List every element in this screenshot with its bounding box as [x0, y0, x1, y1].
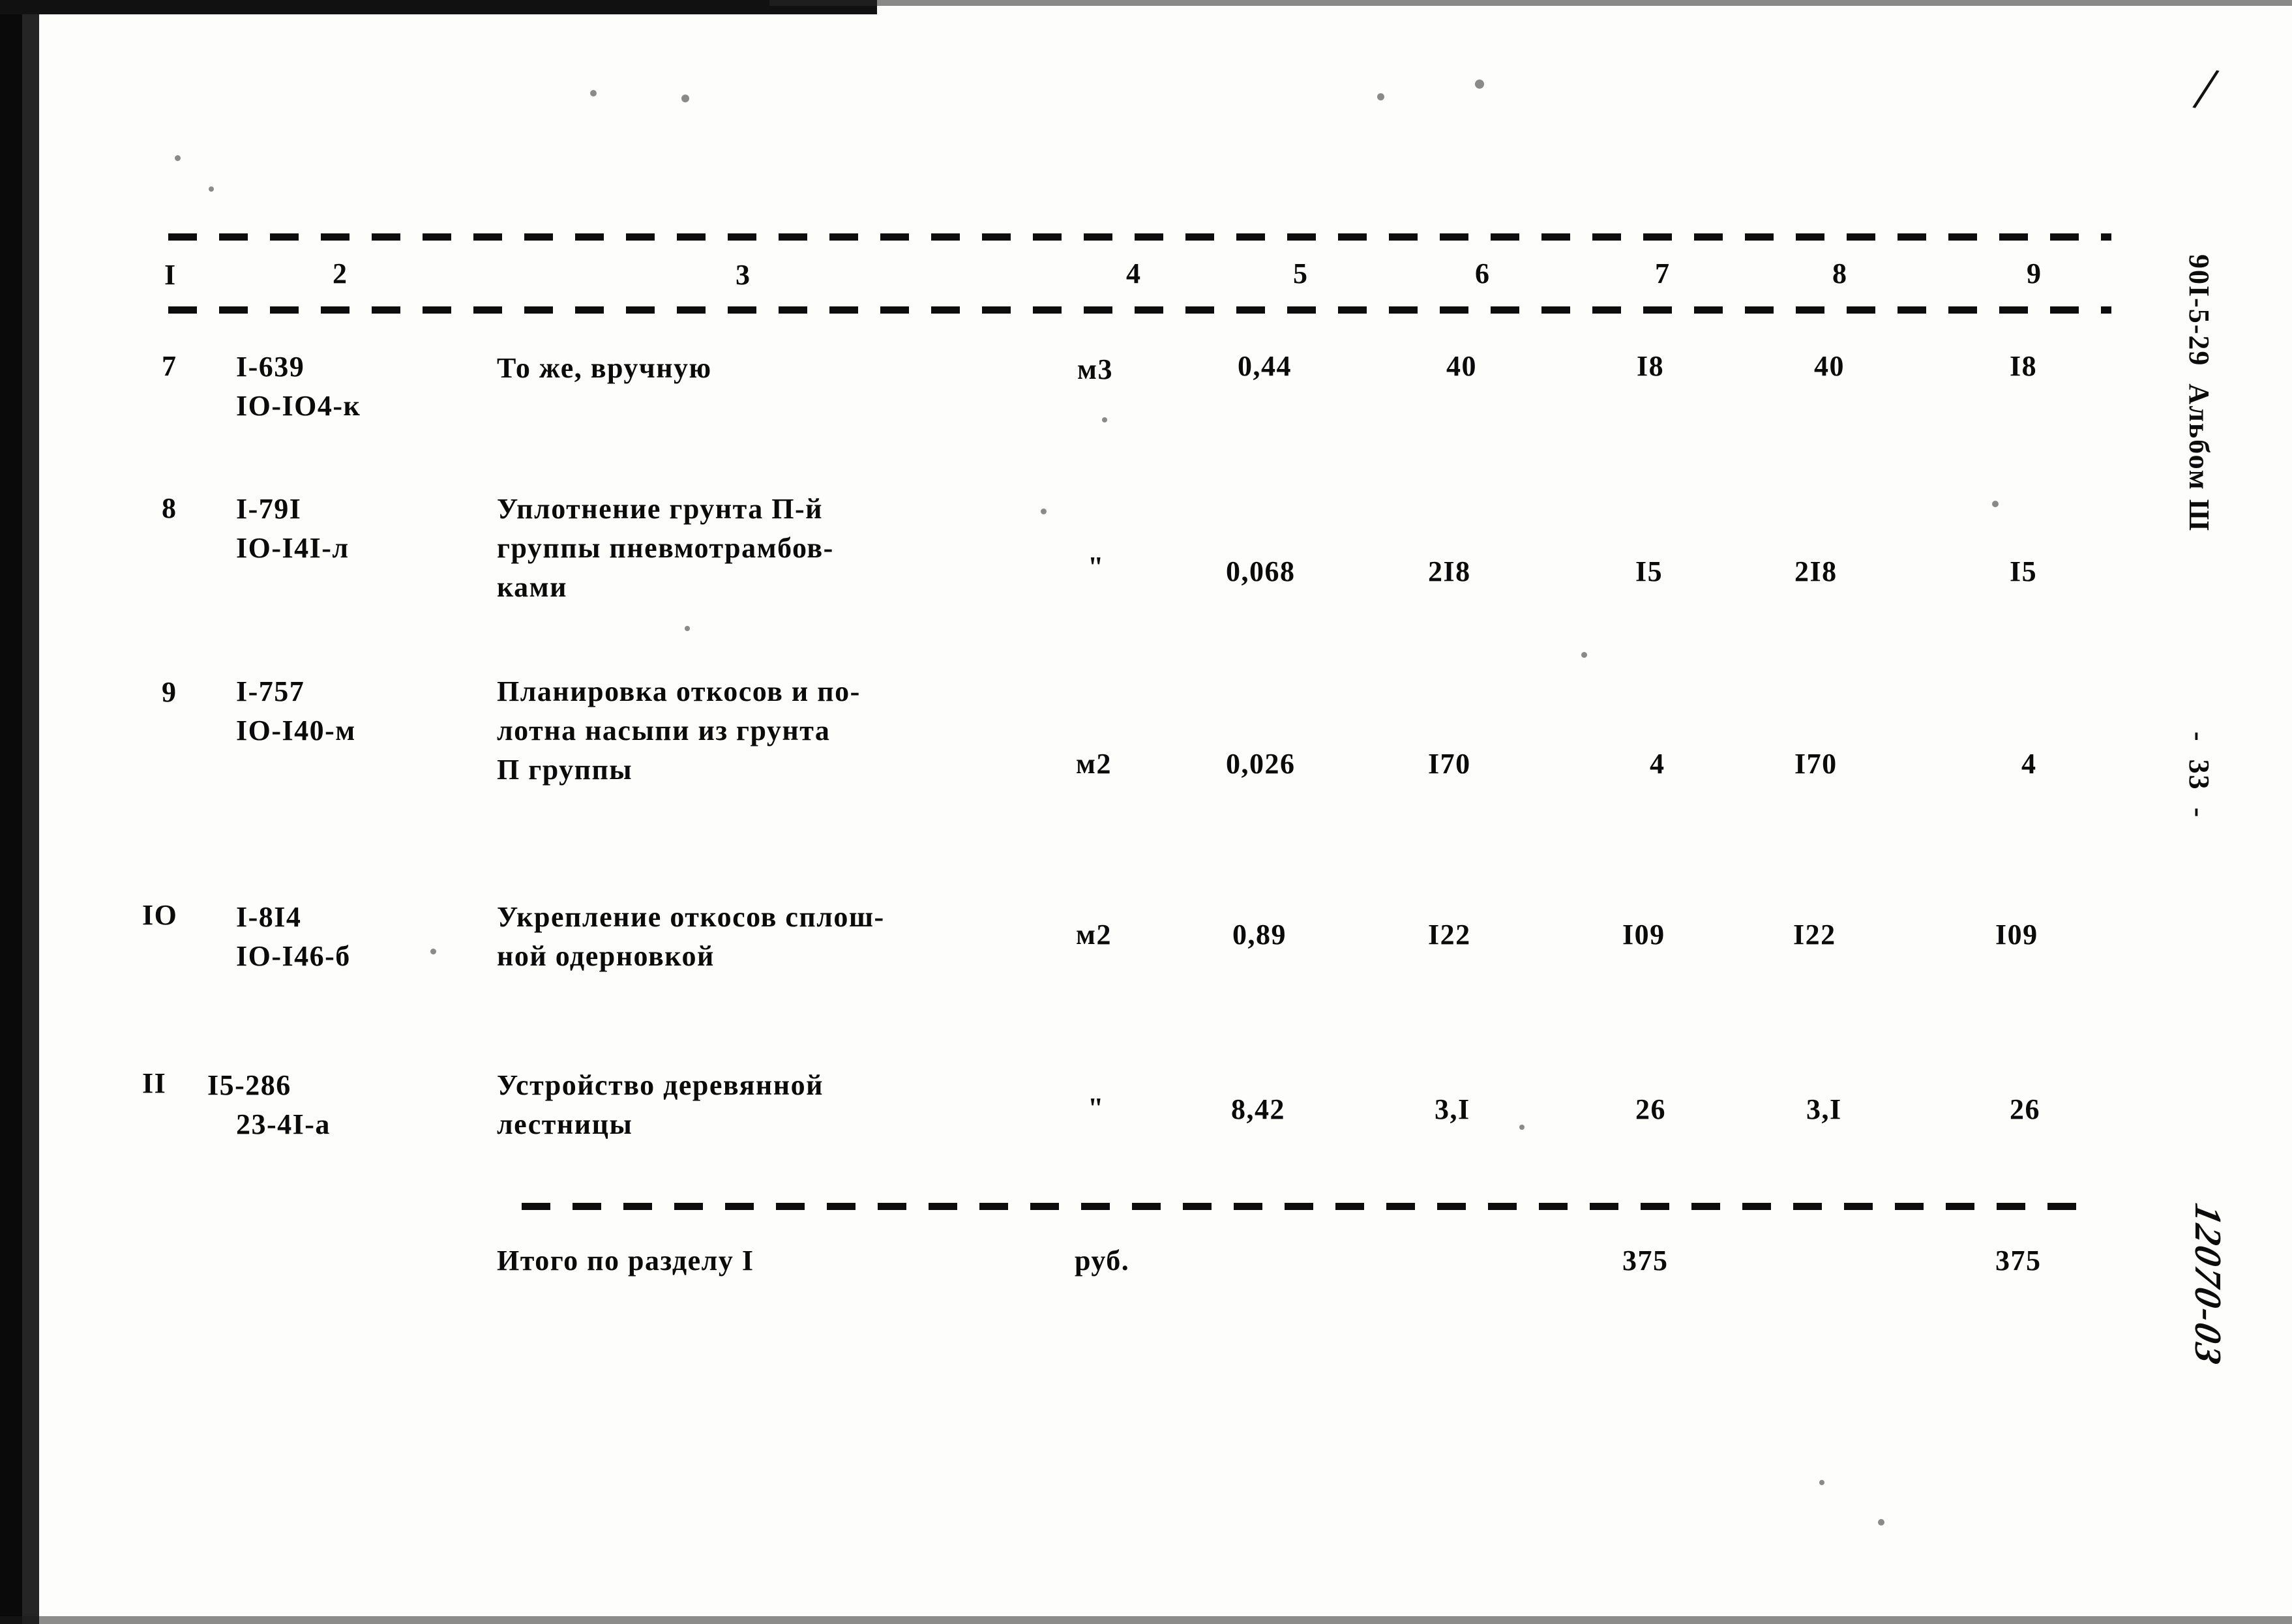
- row-number: 7: [162, 350, 177, 382]
- row-col8: 3,I: [1806, 1093, 1842, 1125]
- page-number-label: - 33 -: [2183, 731, 2215, 819]
- row-unit: м3: [1077, 353, 1113, 385]
- scan-speckle: [1519, 1125, 1525, 1130]
- scan-edge-bottom: [0, 1616, 2292, 1624]
- row-description-line-3: ками: [497, 571, 568, 603]
- row-unit: м2: [1076, 748, 1112, 780]
- row-code-line-1: I-8I4: [236, 901, 302, 933]
- scan-speckle: [681, 95, 689, 102]
- corner-pencil-mark: /: [2189, 52, 2224, 125]
- scan-edge-top-secondary: [769, 0, 2292, 6]
- row-col9: 4: [2021, 748, 2037, 780]
- scan-edge-left: [0, 0, 22, 1624]
- row-unit: ": [1088, 551, 1105, 583]
- row-col5: 0,44: [1238, 350, 1292, 382]
- row-description-line-1: Планировка откосов и по-: [497, 675, 861, 707]
- scan-speckle: [1475, 80, 1484, 89]
- column-header-2: 2: [333, 258, 348, 289]
- row-code-line-2: IO-IO4-к: [236, 390, 361, 422]
- row-description-line-2: группы пневмотрамбов-: [497, 532, 834, 564]
- column-header-7: 7: [1655, 258, 1671, 289]
- row-number: II: [142, 1067, 167, 1099]
- row-col6: 2I8: [1428, 555, 1471, 587]
- row-unit: м2: [1076, 919, 1112, 951]
- scan-speckle: [1581, 652, 1587, 658]
- row-description-line-2: лотна насыпи из грунта: [497, 715, 831, 746]
- scan-speckle: [1992, 501, 1999, 507]
- row-description-line-1: Укрепление откосов сплош-: [497, 901, 885, 933]
- row-description-line-1: Устройство деревянной: [497, 1069, 824, 1101]
- row-code-line-2: 23-4I-а: [236, 1108, 331, 1140]
- row-col7: 4: [1650, 748, 1665, 780]
- row-code-line-1: I5-286: [207, 1069, 291, 1101]
- row-col6: 3,I: [1435, 1093, 1470, 1125]
- row-col7: I09: [1622, 919, 1665, 951]
- row-code-line-1: I-757: [236, 675, 305, 707]
- column-header-5: 5: [1293, 258, 1309, 289]
- row-col7: I5: [1635, 555, 1663, 587]
- row-col7: 26: [1635, 1093, 1666, 1125]
- row-col6: 40: [1446, 350, 1477, 382]
- table-total-rule: [522, 1203, 2092, 1210]
- scan-speckle: [685, 626, 690, 631]
- row-col9: I5: [2010, 555, 2038, 587]
- table-header-rule: [168, 306, 2111, 314]
- total-label: Итого по разделу I: [497, 1245, 754, 1277]
- total-col9: 375: [1995, 1245, 2042, 1277]
- scan-speckle: [1819, 1480, 1824, 1485]
- scan-speckle: [430, 949, 436, 954]
- scan-speckle: [1377, 93, 1384, 100]
- row-col8: I22: [1793, 919, 1836, 951]
- row-code-line-2: IO-I4I-л: [236, 532, 350, 564]
- column-header-9: 9: [2027, 258, 2042, 289]
- sheet-side-label: 90I-5-29 Альбом Ш: [2183, 254, 2215, 533]
- row-number: 9: [162, 676, 177, 708]
- row-col9: I09: [1995, 919, 2038, 951]
- handwritten-archive-code: 12070-03: [2187, 1200, 2229, 1370]
- row-description-line-2: ной одерновкой: [497, 940, 715, 972]
- column-header-4: 4: [1126, 258, 1142, 289]
- row-code-line-2: IO-I46-б: [236, 940, 351, 972]
- row-col5: 0,068: [1226, 555, 1296, 587]
- scan-edge-left-secondary: [22, 0, 39, 1624]
- row-code-line-2: IO-I40-м: [236, 715, 356, 746]
- row-number: IO: [142, 899, 178, 931]
- scan-speckle: [1102, 417, 1107, 422]
- table-top-rule: [168, 233, 2111, 241]
- total-col7: 375: [1622, 1245, 1669, 1277]
- row-col6: I70: [1428, 748, 1471, 780]
- row-col9: 26: [2010, 1093, 2040, 1125]
- scan-speckle: [209, 186, 214, 192]
- row-number: 8: [162, 492, 177, 524]
- row-col6: I22: [1428, 919, 1471, 951]
- total-unit: руб.: [1075, 1245, 1130, 1277]
- scan-speckle: [175, 155, 181, 161]
- row-col5: 0,89: [1232, 919, 1287, 951]
- column-header-8: 8: [1832, 258, 1848, 289]
- row-description-line-3: П группы: [497, 754, 633, 786]
- row-description-line-1: Уплотнение грунта П-й: [497, 493, 823, 525]
- column-header-1: I: [164, 259, 177, 291]
- scan-speckle: [1878, 1519, 1884, 1526]
- row-col8: 2I8: [1794, 555, 1838, 587]
- column-header-3: 3: [736, 259, 751, 291]
- row-unit: ": [1088, 1092, 1105, 1124]
- document-page: / I 2 3 4 5 6 7 8 9 7 I-639 IO-IO4-к То …: [0, 0, 2292, 1624]
- row-col5: 0,026: [1226, 748, 1296, 780]
- row-code-line-1: I-639: [236, 351, 305, 383]
- row-description-line-2: лестницы: [497, 1108, 633, 1140]
- scan-speckle: [1041, 509, 1047, 514]
- column-header-6: 6: [1475, 258, 1491, 289]
- row-col9: I8: [2010, 350, 2038, 382]
- row-col7: I8: [1637, 350, 1665, 382]
- scan-speckle: [590, 90, 597, 96]
- row-col5: 8,42: [1231, 1093, 1285, 1125]
- row-description-line-1: То же, вручную: [497, 352, 712, 384]
- row-col8: 40: [1814, 350, 1845, 382]
- scan-edge-top: [0, 0, 877, 14]
- row-code-line-1: I-79I: [236, 493, 302, 525]
- row-col8: I70: [1794, 748, 1838, 780]
